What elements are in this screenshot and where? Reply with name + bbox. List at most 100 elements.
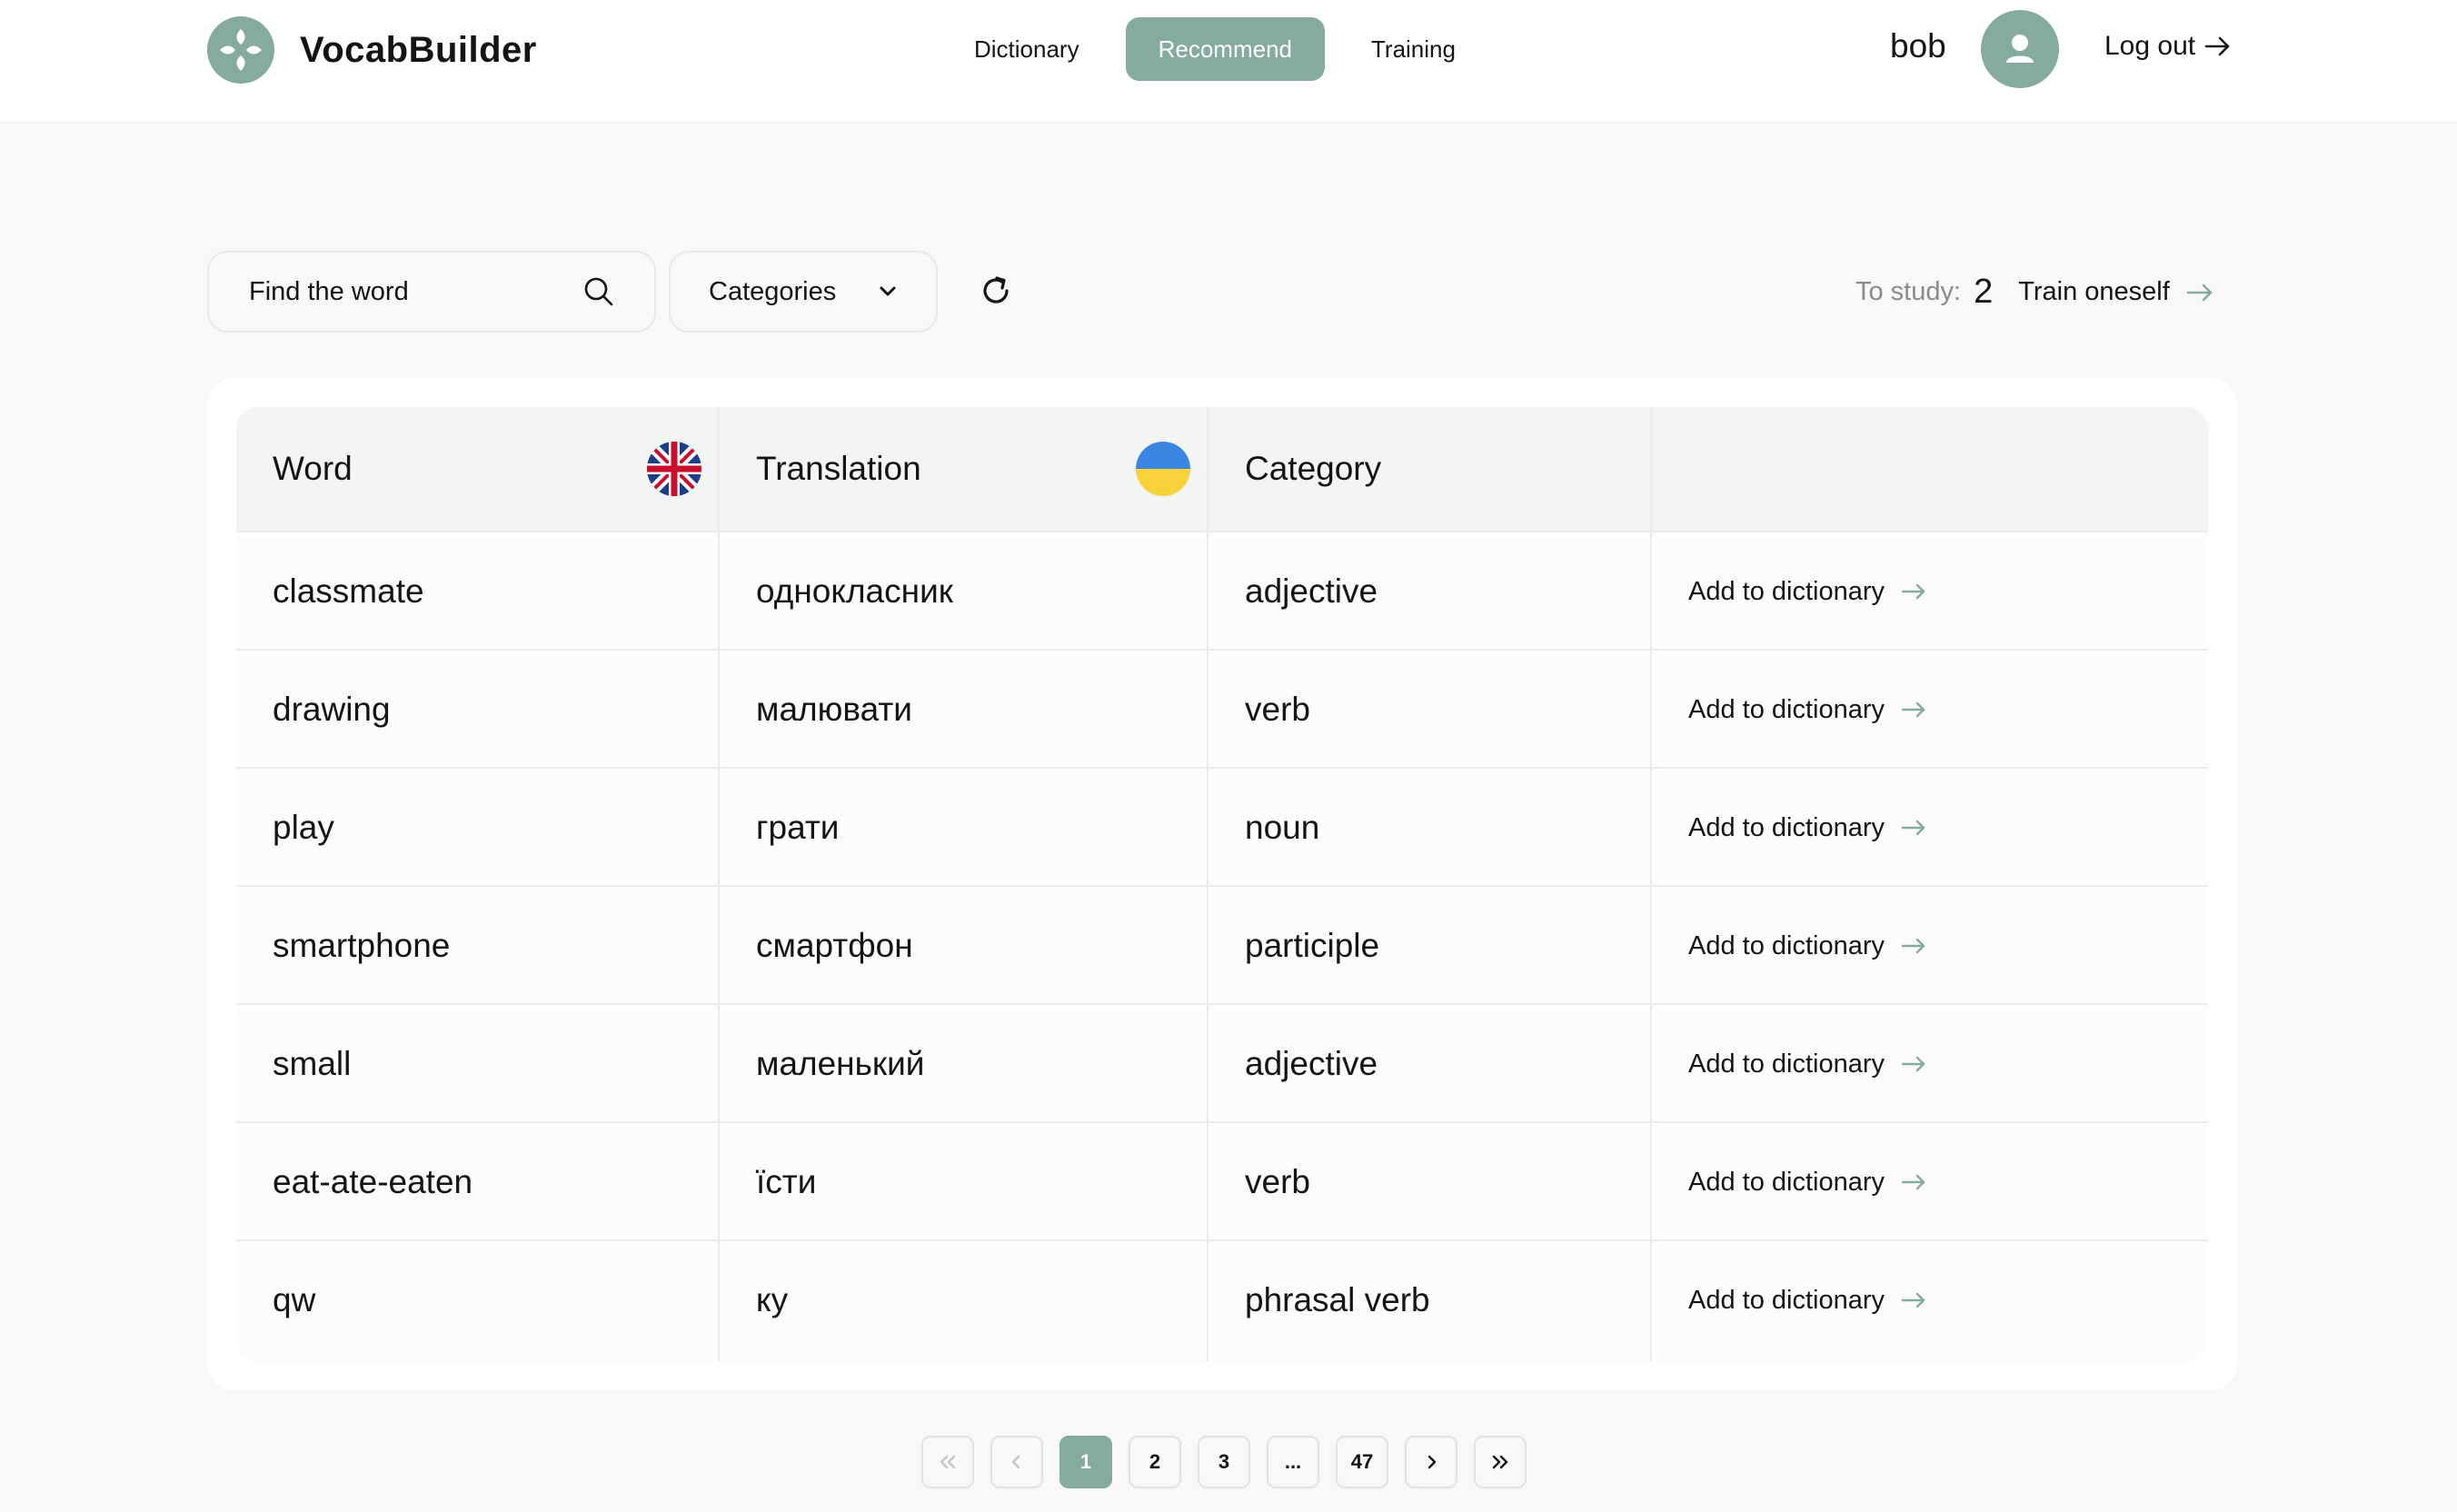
header-actions <box>1652 407 2208 531</box>
add-to-dictionary-button[interactable]: Add to dictionary <box>1688 577 1926 607</box>
categories-select[interactable]: Categories <box>669 251 938 333</box>
chevron-left-icon <box>1011 1455 1020 1469</box>
logo-icon <box>207 16 274 84</box>
user-icon <box>2006 35 2034 63</box>
arrow-right-icon <box>1901 938 1925 954</box>
page-button[interactable]: 2 <box>1129 1436 1181 1488</box>
prev-page-button[interactable] <box>990 1436 1043 1488</box>
category-cell: participle <box>1245 927 1380 964</box>
header-word-label: Word <box>273 450 353 487</box>
translation-cell: маленький <box>756 1045 925 1082</box>
top-header: VocabBuilder Dictionary Recommend Traini… <box>0 0 2457 121</box>
category-cell: adjective <box>1245 1045 1378 1082</box>
add-to-dictionary-button[interactable]: Add to dictionary <box>1688 931 1926 961</box>
table-row: smartphone смартфон participle Add to di… <box>236 885 2208 1003</box>
word-cell: eat-ate-eaten <box>273 1163 473 1200</box>
table-row: qw ку phrasal verb Add to dictionary <box>236 1239 2208 1358</box>
logout-button[interactable]: Log out <box>2104 31 2232 62</box>
table-row: classmate однокласник adjective Add to d… <box>236 531 2208 649</box>
uk-flag-icon <box>647 442 701 496</box>
table-row: drawing малювати verb Add to dictionary <box>236 649 2208 767</box>
user-avatar[interactable] <box>1981 10 2059 88</box>
add-to-dictionary-button[interactable]: Add to dictionary <box>1688 695 1926 725</box>
table-header: Word Translation Category <box>236 407 2208 531</box>
arrow-right-icon <box>2204 36 2230 56</box>
header-category: Category <box>1209 407 1652 531</box>
nav-dictionary[interactable]: Dictionary <box>941 17 1112 81</box>
translation-cell: малювати <box>756 691 912 728</box>
arrow-right-icon <box>1901 583 1925 600</box>
refresh-icon[interactable] <box>978 273 1014 309</box>
double-chevron-right-icon <box>1492 1455 1508 1469</box>
app-logo[interactable]: VocabBuilder <box>207 16 537 84</box>
categories-label: Categories <box>709 276 837 306</box>
word-cell: drawing <box>273 691 391 728</box>
add-to-dictionary-button[interactable]: Add to dictionary <box>1688 1286 1926 1316</box>
add-to-dictionary-label: Add to dictionary <box>1688 576 1885 606</box>
add-to-dictionary-button[interactable]: Add to dictionary <box>1688 1168 1926 1198</box>
study-count: 2 <box>1974 273 1994 311</box>
category-cell: adjective <box>1245 572 1378 610</box>
word-cell: smartphone <box>273 927 451 964</box>
last-page-button[interactable] <box>1474 1436 1527 1488</box>
word-cell: play <box>273 809 334 846</box>
add-to-dictionary-label: Add to dictionary <box>1688 1167 1885 1197</box>
add-to-dictionary-label: Add to dictionary <box>1688 812 1885 842</box>
pagination: 1 2 3 ... 47 <box>921 1436 1543 1488</box>
column-divider <box>1207 407 1209 1361</box>
add-to-dictionary-label: Add to dictionary <box>1688 1285 1885 1315</box>
add-to-dictionary-label: Add to dictionary <box>1688 694 1885 724</box>
translation-cell: смартфон <box>756 927 913 964</box>
page-button[interactable]: 47 <box>1336 1436 1388 1488</box>
app-name: VocabBuilder <box>300 29 537 70</box>
column-divider <box>718 407 720 1361</box>
arrow-right-icon <box>1901 701 1925 718</box>
train-oneself-link[interactable]: Train oneself <box>2018 277 2170 307</box>
arrow-right-icon[interactable] <box>2186 283 2213 303</box>
translation-cell: їсти <box>756 1163 817 1200</box>
category-cell: verb <box>1245 1163 1310 1200</box>
arrow-right-icon <box>1901 1174 1925 1190</box>
chevron-right-icon <box>1427 1455 1437 1469</box>
page-ellipsis: ... <box>1267 1436 1319 1488</box>
header-category-label: Category <box>1245 450 1382 487</box>
nav-recommend[interactable]: Recommend <box>1125 17 1325 81</box>
search-icon[interactable] <box>583 276 614 307</box>
search-placeholder: Find the word <box>249 276 409 306</box>
arrow-right-icon <box>1901 1056 1925 1072</box>
header-translation-label: Translation <box>756 450 921 487</box>
table-row: eat-ate-eaten їсти verb Add to dictionar… <box>236 1121 2208 1239</box>
study-label: To study: <box>1855 277 1962 306</box>
add-to-dictionary-button[interactable]: Add to dictionary <box>1688 813 1926 843</box>
page-button[interactable]: 3 <box>1198 1436 1250 1488</box>
category-cell: verb <box>1245 691 1310 728</box>
double-chevron-left-icon <box>940 1455 956 1469</box>
category-cell: phrasal verb <box>1245 1281 1430 1318</box>
study-panel: To study: 2 Train oneself <box>1855 273 2213 312</box>
translation-cell: грати <box>756 809 840 846</box>
page-button[interactable]: 1 <box>1059 1436 1112 1488</box>
add-to-dictionary-button[interactable]: Add to dictionary <box>1688 1049 1926 1079</box>
nav-training[interactable]: Training <box>1338 17 1488 81</box>
word-cell: small <box>273 1045 352 1082</box>
arrow-right-icon <box>1901 1292 1925 1308</box>
add-to-dictionary-label: Add to dictionary <box>1688 1049 1885 1079</box>
first-page-button[interactable] <box>921 1436 974 1488</box>
ukraine-flag-icon <box>1136 442 1190 496</box>
translation-cell: ку <box>756 1281 789 1318</box>
translation-cell: однокласник <box>756 572 953 610</box>
category-cell: noun <box>1245 809 1320 846</box>
chevron-down-icon <box>880 286 896 296</box>
column-divider <box>1650 407 1652 1361</box>
main-nav: Dictionary Recommend Training <box>941 17 1488 81</box>
word-cell: qw <box>273 1281 316 1318</box>
logout-label: Log out <box>2104 31 2196 61</box>
words-table: Word Translation Category classmate одно… <box>236 407 2208 1361</box>
table-row: play грати noun Add to dictionary <box>236 767 2208 885</box>
user-name: bob <box>1890 27 1946 65</box>
search-input[interactable]: Find the word <box>207 251 656 333</box>
word-cell: classmate <box>273 572 424 610</box>
arrow-right-icon <box>1901 820 1925 836</box>
next-page-button[interactable] <box>1405 1436 1457 1488</box>
table-row: small маленький adjective Add to diction… <box>236 1003 2208 1121</box>
